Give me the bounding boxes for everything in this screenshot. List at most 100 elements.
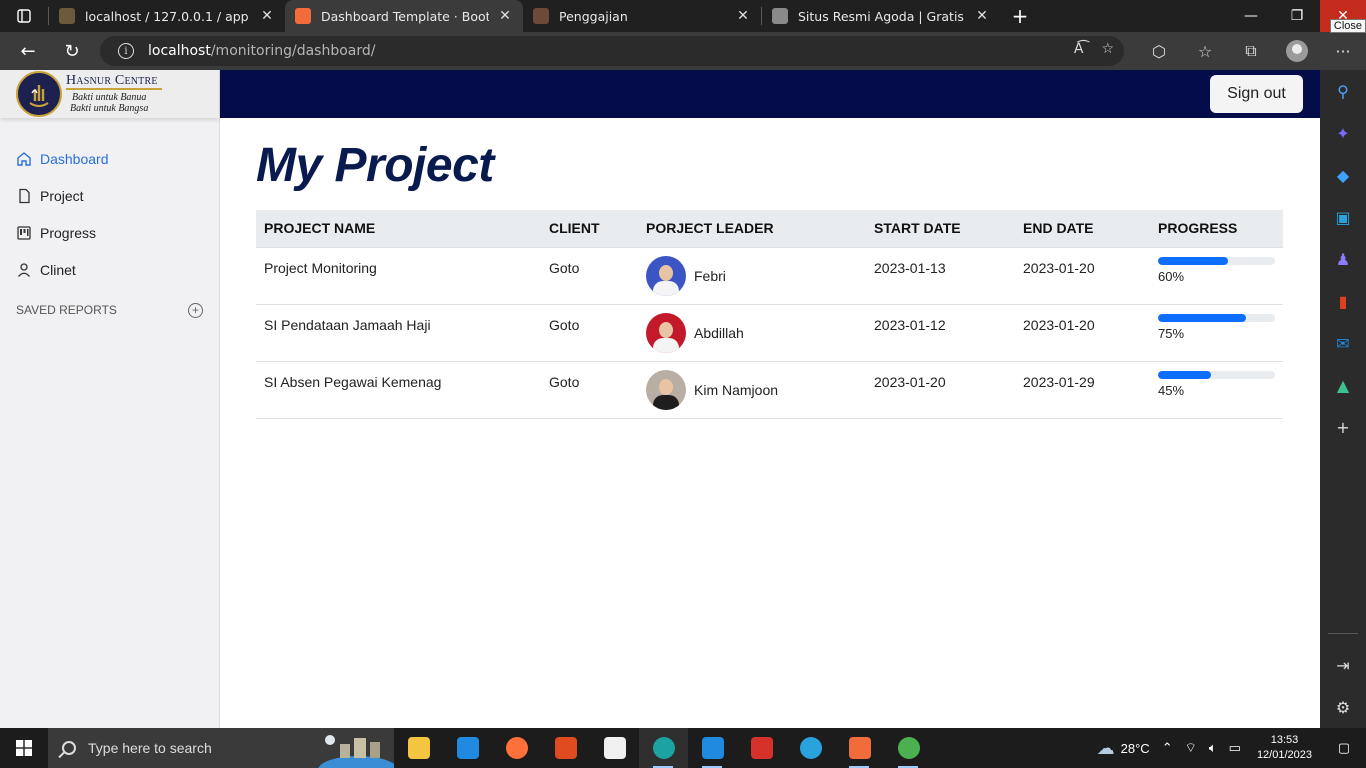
- minimize-icon[interactable]: —: [1228, 0, 1274, 32]
- date: 12/01/2023: [1256, 749, 1312, 761]
- xampp-icon[interactable]: [835, 728, 884, 768]
- favorite-add-icon[interactable]: ☆: [1101, 41, 1114, 57]
- sidebar-item-label: Clinet: [40, 261, 76, 278]
- address-bar[interactable]: i localhost/monitoring/dashboard/ A͡ ☆: [100, 36, 1124, 66]
- tab-close-icon[interactable]: ✕: [259, 8, 275, 24]
- tab-actions-icon[interactable]: [0, 0, 48, 32]
- battery-icon[interactable]: ▭: [1223, 728, 1247, 768]
- project-leader: Febri: [694, 267, 726, 284]
- telegram-icon[interactable]: [786, 728, 835, 768]
- chrome-icon[interactable]: [884, 728, 933, 768]
- add-report-icon[interactable]: +: [188, 302, 203, 318]
- cloud-icon: ☁: [1096, 737, 1115, 758]
- progress-label: 60%: [1158, 268, 1185, 284]
- tab-title: Situs Resmi Agoda | Gratis Pemb: [798, 8, 966, 24]
- weather-widget[interactable]: ☁ 28°C: [1091, 728, 1156, 768]
- avatar: [646, 312, 686, 353]
- brand-tagline: Bakti untuk Bangsa: [70, 102, 149, 114]
- saved-reports-header: SAVED REPORTS +: [0, 300, 219, 320]
- column-header: END DATE: [1015, 210, 1150, 248]
- agoda-favicon-icon: [772, 8, 788, 24]
- wifi-icon[interactable]: ⌔: [1179, 728, 1203, 768]
- column-header: CLIENT: [541, 210, 638, 248]
- sidebar-item-progress[interactable]: Progress: [0, 214, 219, 251]
- add-sidebar-app-icon[interactable]: +: [1320, 406, 1366, 448]
- page-title: My Project: [256, 139, 494, 192]
- table-row[interactable]: SI Pendataan Jamaah Haji Goto Abdillah 2…: [256, 304, 1283, 362]
- close-tooltip: Close: [1329, 19, 1366, 33]
- search-icon[interactable]: ⚲: [1320, 70, 1366, 112]
- favorites-icon[interactable]: ☆: [1182, 32, 1228, 70]
- more-menu-icon[interactable]: ···: [1320, 32, 1366, 70]
- file-explorer-icon[interactable]: [394, 728, 443, 768]
- sidebar-item-clinet[interactable]: Clinet: [0, 251, 219, 288]
- info-icon[interactable]: i: [118, 43, 134, 59]
- project-name: SI Absen Pegawai Kemenag: [256, 361, 541, 419]
- office-icon[interactable]: ▮: [1320, 280, 1366, 322]
- taskbar-search[interactable]: Type here to search: [48, 728, 394, 768]
- drop-icon[interactable]: ▲: [1320, 364, 1366, 406]
- url-host: localhost: [148, 43, 211, 59]
- tab-dashboard[interactable]: Dashboard Template · Bootstrap ✕: [285, 0, 523, 32]
- vscode-icon[interactable]: [688, 728, 737, 768]
- new-tab-icon[interactable]: +: [1000, 4, 1040, 28]
- search-highlight-illustration-icon: [318, 735, 394, 768]
- start-date: 2023-01-20: [866, 361, 1015, 419]
- tools-icon[interactable]: ▣: [1320, 196, 1366, 238]
- project-name: SI Pendataan Jamaah Haji: [256, 304, 541, 362]
- extensions-icon[interactable]: ⬡: [1136, 32, 1182, 70]
- hide-sidebar-icon[interactable]: ⇥: [1320, 644, 1366, 686]
- brand-logo-icon: [16, 71, 62, 117]
- firefox-icon[interactable]: [492, 728, 541, 768]
- notifications-icon[interactable]: ▢: [1322, 728, 1366, 768]
- refresh-icon[interactable]: ↻: [52, 32, 92, 70]
- sidebar-item-project[interactable]: Project: [0, 177, 219, 214]
- table-row[interactable]: Project Monitoring Goto Febri 2023-01-13…: [256, 247, 1283, 305]
- tab-title: Dashboard Template · Bootstrap: [321, 8, 489, 24]
- settings-gear-icon[interactable]: ⚙: [1320, 686, 1366, 728]
- shopping-tag-icon[interactable]: ◆: [1320, 154, 1366, 196]
- web-page: Hasnur Centre Bakti untuk Banua Bakti un…: [0, 70, 1320, 728]
- browser-tabstrip: localhost / 127.0.0.1 / app / user ✕ Das…: [0, 0, 1366, 33]
- tab-close-icon[interactable]: ✕: [735, 8, 751, 24]
- tab-close-icon[interactable]: ✕: [497, 8, 513, 24]
- read-aloud-icon[interactable]: A͡: [1074, 41, 1084, 57]
- windows-start-icon[interactable]: [0, 728, 48, 768]
- table-row[interactable]: SI Absen Pegawai Kemenag Goto Kim Namjoo…: [256, 361, 1283, 419]
- back-icon[interactable]: ←: [8, 32, 48, 70]
- collections-icon[interactable]: ⧉: [1228, 32, 1274, 70]
- home-icon: [17, 151, 31, 166]
- end-date: 2023-01-20: [1015, 304, 1150, 362]
- project-leader: Abdillah: [694, 324, 744, 341]
- windows-taskbar: Type here to search ☁ 28°C ⌃ ⌔ 🔈︎ ▭ 13:5…: [0, 728, 1366, 768]
- avatar: [646, 255, 686, 296]
- sign-out-button[interactable]: Sign out: [1210, 75, 1303, 113]
- tab-penggajian[interactable]: Penggajian ✕: [523, 0, 761, 32]
- games-icon[interactable]: ♟: [1320, 238, 1366, 280]
- restore-icon[interactable]: ❐: [1274, 0, 1320, 32]
- copilot-sparkle-icon[interactable]: ✦: [1320, 112, 1366, 154]
- amazon-icon[interactable]: [590, 728, 639, 768]
- weather-temp: 28°C: [1120, 740, 1150, 756]
- projects-table: PROJECT NAME CLIENT PORJECT LEADER START…: [256, 210, 1283, 419]
- tab-close-icon[interactable]: ✕: [974, 8, 990, 24]
- clock[interactable]: 13:53 12/01/2023: [1247, 733, 1322, 763]
- edge-icon[interactable]: [639, 728, 688, 768]
- taskbar-apps: [394, 728, 933, 768]
- search-placeholder: Type here to search: [88, 740, 212, 756]
- volume-icon[interactable]: 🔈︎: [1203, 728, 1223, 768]
- office-icon[interactable]: [541, 728, 590, 768]
- outlook-icon[interactable]: ✉: [1320, 322, 1366, 364]
- brand[interactable]: Hasnur Centre Bakti untuk Banua Bakti un…: [0, 70, 219, 118]
- tab-phpmyadmin[interactable]: localhost / 127.0.0.1 / app / user ✕: [49, 0, 285, 32]
- avatar: [646, 369, 686, 410]
- main-content: My Project PROJECT NAME CLIENT PORJECT L…: [256, 134, 1283, 419]
- vectorizer-icon[interactable]: [737, 728, 786, 768]
- profile-avatar[interactable]: [1274, 32, 1320, 70]
- progress-label: 45%: [1158, 382, 1185, 398]
- sidebar-item-dashboard[interactable]: Dashboard: [0, 140, 219, 177]
- tab-title: Penggajian: [559, 8, 628, 24]
- tray-chevron-icon[interactable]: ⌃: [1156, 728, 1179, 768]
- tab-agoda[interactable]: Situs Resmi Agoda | Gratis Pemb ✕: [762, 0, 1000, 32]
- mail-icon[interactable]: [443, 728, 492, 768]
